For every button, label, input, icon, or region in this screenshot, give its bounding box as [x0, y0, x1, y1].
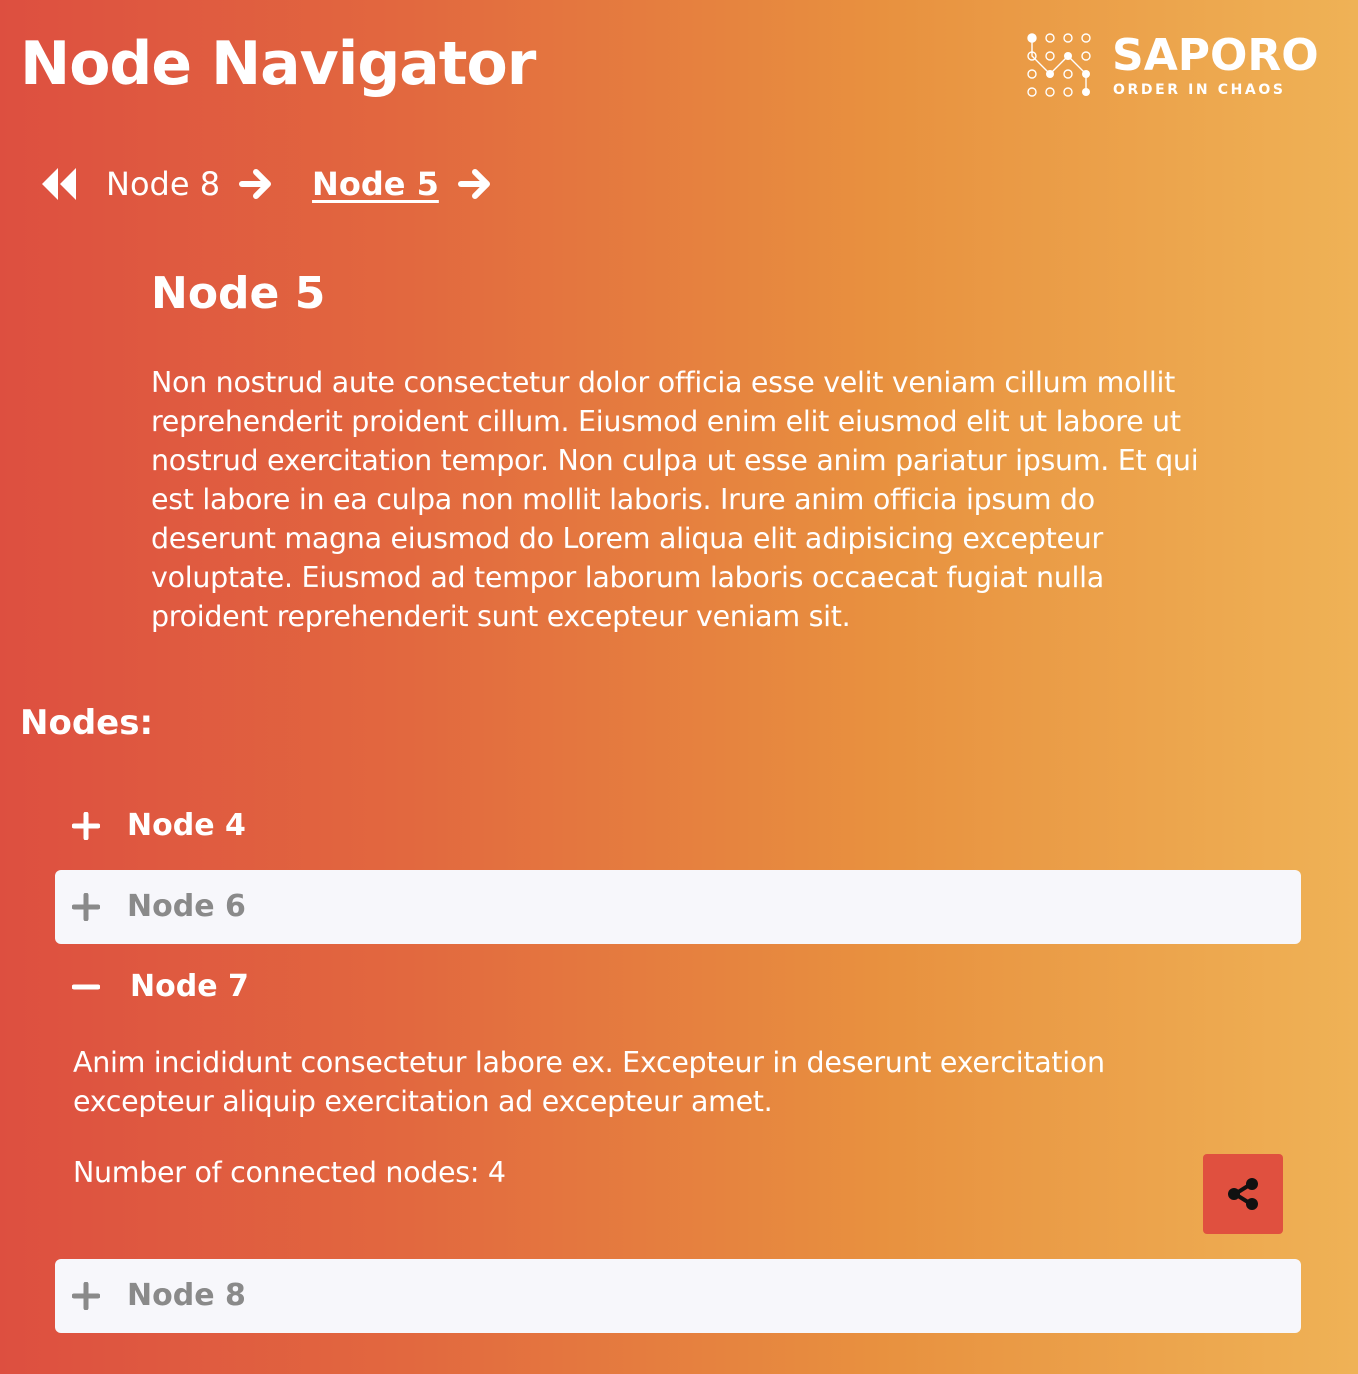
- node-item-label: Node 8: [127, 1278, 246, 1313]
- node-description: Non nostrud aute consectetur dolor offic…: [151, 366, 1199, 633]
- app-title: Node Navigator: [20, 29, 536, 99]
- node-item-node-4[interactable]: Node 4: [55, 789, 1301, 863]
- node-item-node-8[interactable]: Node 8: [55, 1259, 1301, 1333]
- logo-tagline: ORDER IN CHAOS: [1113, 82, 1286, 98]
- connected-nodes-count: Number of connected nodes: 4: [73, 1156, 506, 1189]
- node-item-label: Node 6: [127, 889, 246, 924]
- node-item-label: Node 4: [127, 808, 246, 843]
- saporo-logo: SAPORO ORDER IN CHAOS: [1026, 32, 1336, 102]
- arrow-right-icon: [238, 166, 274, 202]
- plus-icon: [72, 893, 100, 921]
- node-heading: Node 5: [151, 268, 326, 319]
- breadcrumb-current-node[interactable]: Node 5: [312, 164, 439, 204]
- logo-dots-icon: [1027, 33, 1091, 97]
- breadcrumb: Node 8 Node 5: [40, 160, 493, 208]
- plus-icon: [72, 1282, 100, 1310]
- logo-name: SAPORO: [1112, 30, 1319, 81]
- node-7-description: Anim incididunt consectetur labore ex. E…: [73, 1046, 1105, 1118]
- share-button[interactable]: [1203, 1154, 1283, 1234]
- node-item-node-7[interactable]: Node 7: [55, 950, 1301, 1024]
- node-item-label: Node 7: [130, 969, 249, 1004]
- minus-icon: [72, 973, 100, 1001]
- arrow-right-icon: [457, 166, 493, 202]
- breadcrumb-link-node-8[interactable]: Node 8: [106, 164, 220, 204]
- node-item-node-6[interactable]: Node 6: [55, 870, 1301, 944]
- nodes-section-label: Nodes:: [20, 703, 154, 743]
- share-icon: [1225, 1176, 1261, 1212]
- plus-icon: [72, 812, 100, 840]
- double-chevron-left-icon[interactable]: [40, 166, 78, 202]
